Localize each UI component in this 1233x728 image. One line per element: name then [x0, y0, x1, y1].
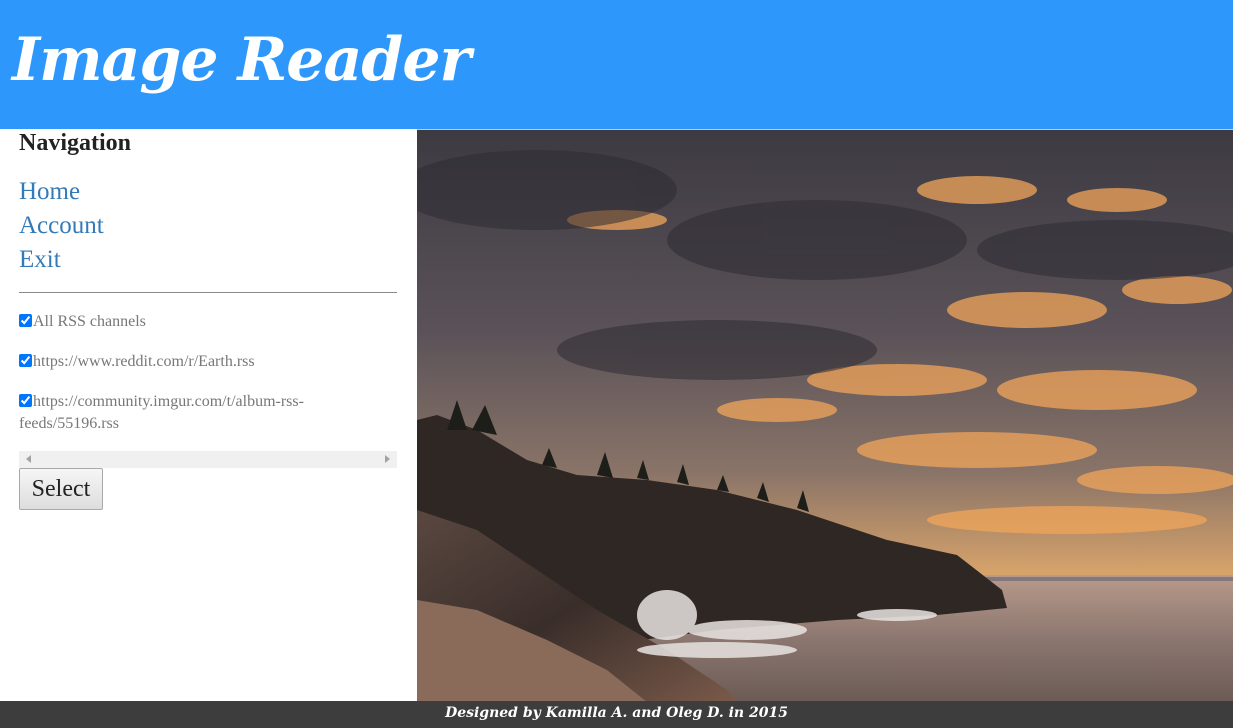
feed-label-all: All RSS channels: [33, 313, 146, 330]
coastline-sunset-image: [417, 130, 1233, 701]
app-title: Image Reader: [12, 25, 471, 95]
feed-image: [417, 129, 1233, 701]
sidebar-divider: [19, 292, 397, 293]
scroll-right-arrow-icon[interactable]: [385, 455, 390, 463]
feed-label-reddit: https://www.reddit.com/r/Earth.rss: [33, 353, 255, 370]
footer: Designed by Kamilla A. and Oleg D. in 20…: [0, 701, 1233, 728]
scroll-left-arrow-icon[interactable]: [26, 455, 31, 463]
feed-option-imgur[interactable]: https://community.imgur.com/t/album-rss-…: [19, 391, 379, 435]
horizontal-scrollbar[interactable]: [19, 451, 397, 468]
nav-link-exit[interactable]: Exit: [19, 246, 61, 274]
feed-option-all[interactable]: All RSS channels: [19, 311, 379, 333]
header-bar: Image Reader: [0, 0, 1233, 129]
nav-link-home[interactable]: Home: [19, 178, 80, 206]
select-button[interactable]: Select: [19, 468, 103, 510]
feed-checkbox-reddit[interactable]: [19, 354, 32, 367]
feed-option-reddit[interactable]: https://www.reddit.com/r/Earth.rss: [19, 351, 379, 373]
feed-label-imgur: https://community.imgur.com/t/album-rss-…: [19, 393, 304, 432]
feed-checkbox-imgur[interactable]: [19, 394, 32, 407]
navigation-heading: Navigation: [19, 130, 132, 156]
feed-checkbox-all[interactable]: [19, 314, 32, 327]
nav-link-account[interactable]: Account: [19, 212, 104, 240]
